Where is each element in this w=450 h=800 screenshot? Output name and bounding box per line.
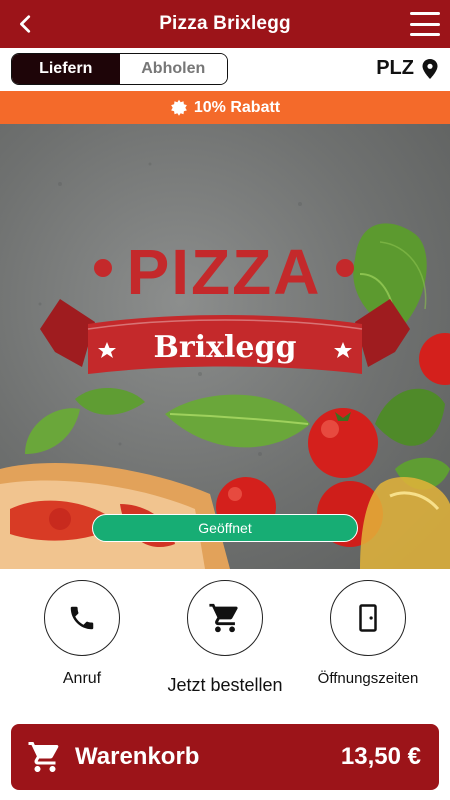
order-now-button-circle [187, 580, 263, 656]
badge-icon [171, 99, 187, 116]
opening-hours-button-circle [330, 580, 406, 656]
hamburger-menu-icon[interactable] [408, 9, 442, 39]
location-pin-icon [422, 58, 438, 79]
promo-banner[interactable]: 10% Rabatt [0, 91, 450, 124]
app-header: Pizza Brixlegg [0, 0, 450, 48]
call-button-circle [44, 580, 120, 656]
cart-label: Warenkorb [75, 743, 200, 770]
door-icon [359, 604, 377, 632]
call-label: Anruf [62, 670, 102, 687]
chevron-left-icon [20, 15, 31, 33]
delivery-mode-toggle: Liefern Abholen [11, 53, 228, 85]
order-now-label: Jetzt bestellen [167, 675, 283, 695]
call-button[interactable]: Anruf [44, 580, 120, 688]
page-title: Pizza Brixlegg [159, 13, 291, 34]
order-now-button[interactable]: Jetzt bestellen [167, 580, 283, 696]
action-row: Anruf Jetzt bestellen Öffnungszeiten [0, 569, 450, 719]
cart-total: 13,50 € [340, 743, 421, 770]
hero-illustration: PIZZA Brixlegg [0, 162, 450, 569]
toggle-option-liefern[interactable]: Liefern [12, 54, 120, 84]
toggle-option-abholen[interactable]: Abholen [119, 54, 227, 84]
hero-image: PIZZA Brixlegg Geöffnet [0, 124, 450, 569]
back-button[interactable] [10, 8, 42, 40]
status-badge[interactable]: Geöffnet [92, 514, 358, 542]
opening-hours-label: Öffnungszeiten [317, 670, 419, 687]
postal-code-label: PLZ [376, 57, 414, 79]
restaurant-logo: PIZZA Brixlegg [40, 236, 410, 374]
shopping-cart-icon [209, 603, 238, 633]
promo-text: 10% Rabatt [193, 98, 281, 116]
mode-bar: Liefern Abholen PLZ [0, 48, 450, 90]
postal-code-button[interactable]: PLZ [376, 57, 438, 80]
shopping-cart-icon [28, 742, 59, 772]
cart-button[interactable]: Warenkorb 13,50 € [11, 724, 439, 790]
phone-icon [70, 606, 94, 630]
logo-title: PIZZA [127, 236, 322, 308]
opening-hours-button[interactable]: Öffnungszeiten [314, 580, 422, 687]
logo-subtitle: Brixlegg [154, 330, 297, 365]
